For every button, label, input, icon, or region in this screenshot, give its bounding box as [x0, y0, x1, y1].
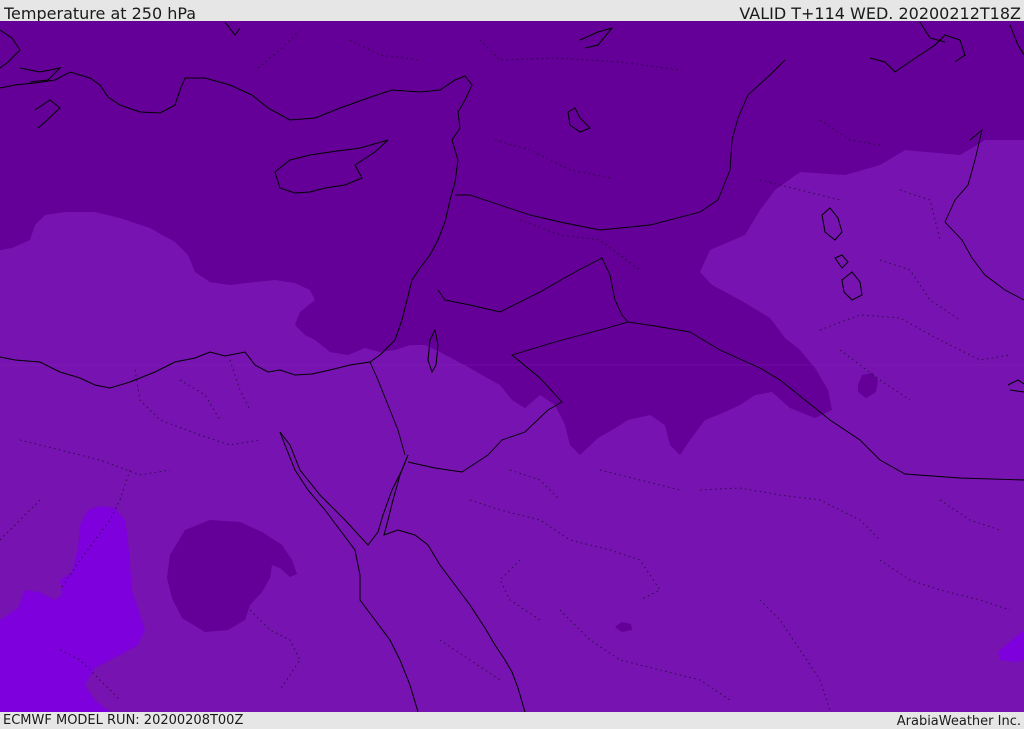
map-canvas[interactable] [0, 21, 1024, 712]
map-svg [0, 21, 1024, 712]
credit-label: ArabiaWeather Inc. [896, 714, 1021, 729]
footer-bar: ECMWF MODEL RUN: 20200208T00Z ArabiaWeat… [0, 712, 1024, 729]
header-bar: Temperature at 250 hPa VALID T+114 WED. … [0, 0, 1024, 23]
model-run-label: ECMWF MODEL RUN: 20200208T00Z [3, 713, 244, 728]
